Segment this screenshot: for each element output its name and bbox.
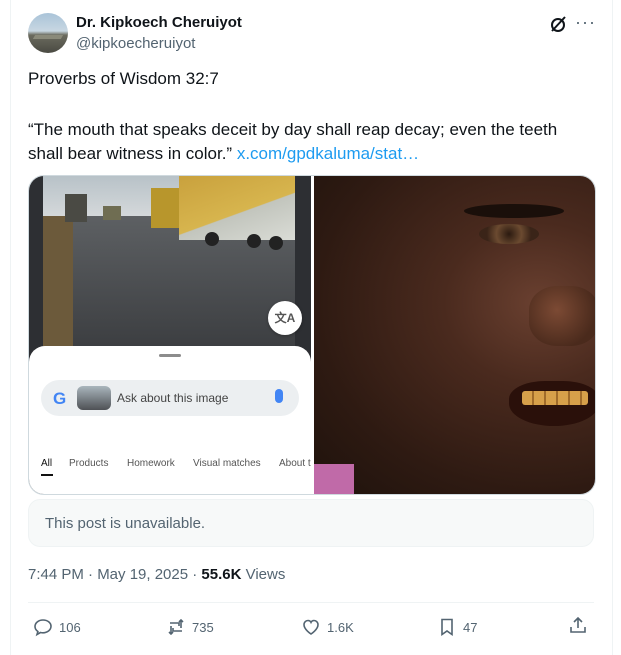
shirt-collar bbox=[314, 464, 354, 494]
sheet-drag-handle[interactable] bbox=[159, 354, 181, 357]
quoted-post-unavailable: This post is unavailable. bbox=[28, 499, 594, 547]
like-count: 1.6K bbox=[327, 619, 354, 635]
repost-count: 735 bbox=[192, 619, 214, 635]
eyebrow bbox=[464, 204, 564, 218]
image-thumbnail bbox=[77, 386, 111, 410]
dump-truck bbox=[179, 176, 295, 240]
divider bbox=[28, 602, 594, 603]
avatar[interactable] bbox=[28, 13, 68, 53]
wheel bbox=[247, 234, 261, 248]
google-lens-screenshot[interactable]: G Ask about this image All Products Home… bbox=[29, 176, 311, 494]
reply-count: 106 bbox=[59, 619, 81, 635]
google-logo-icon: G bbox=[53, 389, 67, 408]
post-text-line1: Proverbs of Wisdom 32:7 bbox=[28, 69, 219, 88]
mic-icon[interactable] bbox=[275, 389, 283, 403]
road-shoulder bbox=[43, 216, 73, 356]
like-button[interactable]: 1.6K bbox=[301, 617, 354, 637]
repost-icon bbox=[168, 618, 184, 636]
search-placeholder[interactable]: Ask about this image bbox=[117, 391, 228, 405]
views-count: 55.6K bbox=[201, 566, 242, 583]
tab-about[interactable]: About t bbox=[279, 458, 311, 469]
tab-homework[interactable]: Homework bbox=[127, 458, 175, 469]
author-handle[interactable]: @kipkoecheruiyot bbox=[76, 35, 195, 52]
grok-icon[interactable] bbox=[549, 15, 567, 33]
bookmark-count: 47 bbox=[463, 619, 478, 635]
truck bbox=[65, 194, 87, 222]
reply-icon bbox=[34, 619, 52, 637]
share-icon[interactable] bbox=[568, 615, 588, 635]
face-closeup-photo[interactable] bbox=[314, 176, 595, 494]
repost-button[interactable]: 735 bbox=[166, 617, 214, 637]
lens-bottom-sheet: G Ask about this image All Products Home… bbox=[29, 346, 311, 494]
nose bbox=[529, 286, 595, 346]
tab-active-underline bbox=[41, 474, 53, 476]
lens-search-bar[interactable]: G Ask about this image bbox=[41, 380, 299, 416]
author-name[interactable]: Dr. Kipkoech Cheruiyot bbox=[76, 14, 242, 31]
post-text-body: “The mouth that speaks deceit by day sha… bbox=[28, 118, 588, 166]
post-link[interactable]: x.com/gpdkaluma/stat… bbox=[237, 144, 419, 163]
like-icon bbox=[303, 619, 319, 635]
more-icon[interactable]: ··· bbox=[575, 12, 596, 33]
truck bbox=[103, 206, 121, 220]
translate-icon[interactable]: 文A bbox=[268, 301, 302, 335]
unavailable-text: This post is unavailable. bbox=[45, 515, 206, 532]
eye bbox=[479, 224, 539, 244]
reply-button[interactable]: 106 bbox=[33, 617, 81, 637]
bookmark-button[interactable]: 47 bbox=[437, 617, 477, 637]
views-label: Views bbox=[241, 566, 286, 583]
tab-all[interactable]: All bbox=[41, 458, 52, 469]
bookmark-icon bbox=[441, 618, 453, 637]
post-meta: 7:44 PM · May 19, 2025 · 55.6K Views bbox=[28, 566, 285, 583]
tab-products[interactable]: Products bbox=[69, 458, 108, 469]
wheel bbox=[269, 236, 283, 250]
wheel bbox=[205, 232, 219, 246]
media-grid[interactable]: G Ask about this image All Products Home… bbox=[28, 175, 596, 495]
tab-visual-matches[interactable]: Visual matches bbox=[193, 458, 261, 469]
post-timestamp[interactable]: 7:44 PM · May 19, 2025 · bbox=[28, 566, 201, 583]
teeth bbox=[522, 391, 588, 405]
